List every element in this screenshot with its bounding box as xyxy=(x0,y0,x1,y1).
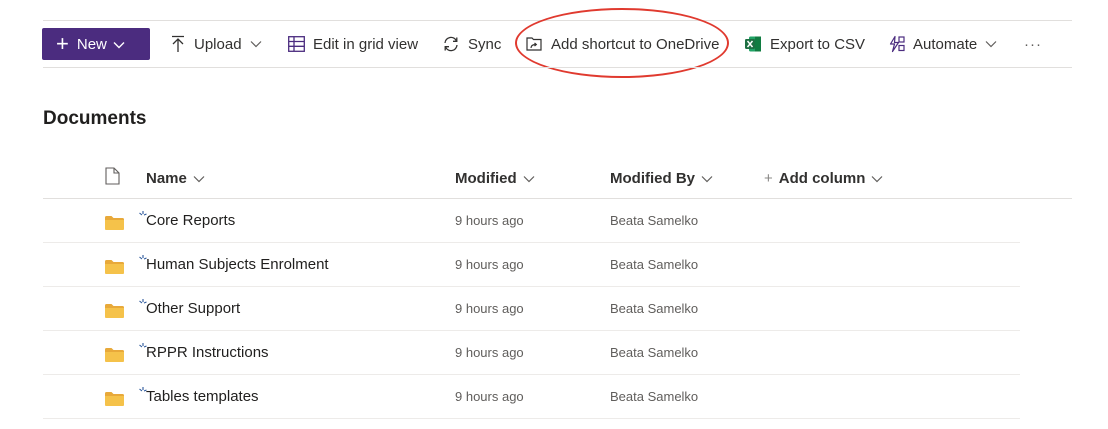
modified-by-column-header[interactable]: Modified By xyxy=(610,168,713,188)
table-row[interactable]: RPPR Instructions 9 hours ago Beata Same… xyxy=(43,331,1020,375)
command-bar-divider xyxy=(43,67,1072,68)
export-to-csv-button[interactable]: Export to CSV xyxy=(744,34,865,54)
chevron-down-icon xyxy=(250,40,262,48)
modified-column-label: Modified xyxy=(455,169,517,187)
item-name[interactable]: Tables templates xyxy=(146,388,259,405)
item-modified-by: Beata Samelko xyxy=(610,389,699,404)
modified-by-column-label: Modified By xyxy=(610,169,695,187)
excel-icon xyxy=(744,35,762,53)
item-modified-by: Beata Samelko xyxy=(610,213,699,228)
folder-icon xyxy=(105,392,124,411)
more-options-button[interactable]: ··· xyxy=(1024,34,1042,54)
table-row[interactable]: Core Reports 9 hours ago Beata Samelko xyxy=(43,199,1020,243)
file-type-column-header[interactable] xyxy=(105,167,120,189)
name-column-header[interactable]: Name xyxy=(146,168,205,188)
upload-arrow-icon xyxy=(170,35,186,53)
cloud-shortcut-icon xyxy=(525,36,543,52)
more-options-icon: ··· xyxy=(1024,35,1042,53)
item-name[interactable]: Other Support xyxy=(146,300,240,317)
chevron-down-icon xyxy=(701,170,713,187)
table-row[interactable]: Other Support 9 hours ago Beata Samelko xyxy=(43,287,1020,331)
item-name[interactable]: Human Subjects Enrolment xyxy=(146,256,329,273)
add-column-label: Add column xyxy=(778,169,866,187)
new-button[interactable]: + New xyxy=(42,28,150,60)
edit-in-grid-view-button[interactable]: Edit in grid view xyxy=(288,34,418,54)
item-name[interactable]: Core Reports xyxy=(146,212,235,229)
item-modified: 9 hours ago xyxy=(455,257,524,272)
item-modified-by: Beata Samelko xyxy=(610,301,699,316)
automate-button[interactable]: Automate xyxy=(888,34,997,54)
modified-column-header[interactable]: Modified xyxy=(455,168,535,188)
folder-icon xyxy=(105,260,124,279)
power-automate-icon xyxy=(888,35,906,53)
upload-label: Upload xyxy=(194,35,242,53)
folder-icon xyxy=(105,304,124,323)
sync-label: Sync xyxy=(468,35,502,53)
chevron-down-icon xyxy=(193,170,205,187)
item-modified: 9 hours ago xyxy=(455,389,524,404)
sync-icon xyxy=(442,35,460,53)
add-column-button[interactable]: + Add column xyxy=(764,168,883,188)
item-modified: 9 hours ago xyxy=(455,301,524,316)
item-name[interactable]: RPPR Instructions xyxy=(146,344,269,361)
add-shortcut-to-onedrive-button[interactable]: Add shortcut to OneDrive xyxy=(525,34,719,54)
top-divider xyxy=(43,20,1072,21)
sync-button[interactable]: Sync xyxy=(442,34,501,54)
command-bar: + New xyxy=(42,28,150,60)
chevron-down-icon xyxy=(113,36,125,53)
upload-button[interactable]: Upload xyxy=(170,34,262,54)
automate-label: Automate xyxy=(913,35,978,53)
new-button-label: New xyxy=(76,35,107,53)
chevron-down-icon xyxy=(523,170,535,187)
table-row[interactable]: Tables templates 9 hours ago Beata Samel… xyxy=(43,375,1020,419)
plus-icon: + xyxy=(56,31,69,56)
add-column-plus-icon: + xyxy=(764,169,773,187)
grid-table-icon xyxy=(288,36,305,52)
edit-in-grid-view-label: Edit in grid view xyxy=(313,35,419,53)
item-modified: 9 hours ago xyxy=(455,213,524,228)
item-modified: 9 hours ago xyxy=(455,345,524,360)
chevron-down-icon xyxy=(985,40,997,48)
table-row[interactable]: Human Subjects Enrolment 9 hours ago Bea… xyxy=(43,243,1020,287)
item-modified-by: Beata Samelko xyxy=(610,257,699,272)
document-icon xyxy=(105,167,120,189)
export-to-csv-label: Export to CSV xyxy=(770,35,866,53)
page-title: Documents xyxy=(43,108,147,129)
folder-icon xyxy=(105,348,124,367)
chevron-down-icon xyxy=(871,170,883,187)
add-shortcut-label: Add shortcut to OneDrive xyxy=(551,35,720,53)
item-modified-by: Beata Samelko xyxy=(610,345,699,360)
folder-icon xyxy=(105,216,124,235)
name-column-label: Name xyxy=(146,169,187,187)
